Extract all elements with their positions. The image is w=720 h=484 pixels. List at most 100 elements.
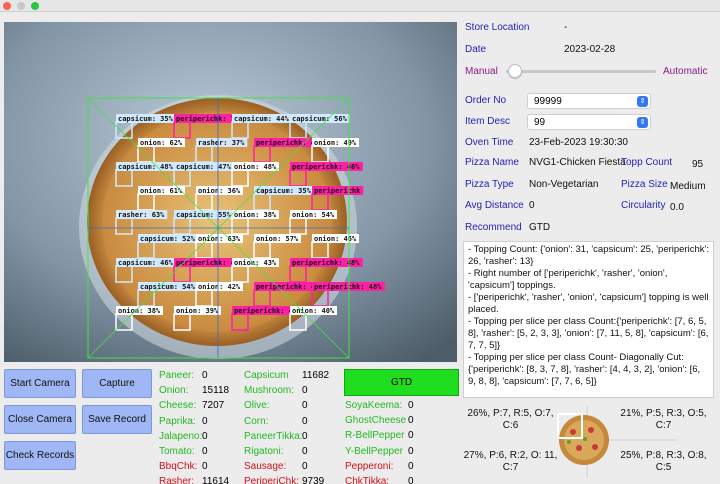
detection-label: capsicum: 35%	[118, 115, 174, 123]
detection-label: onion: 62%	[140, 139, 183, 147]
detection-label: capsicum: 44%	[234, 115, 290, 123]
topping-count-value: 0	[408, 415, 414, 427]
item-desc-select[interactable]: 99 ⇕	[527, 114, 651, 130]
topping-count-label: PaneerTikka:	[244, 430, 303, 442]
order-no-value: 99999	[534, 95, 562, 107]
topping-count-value: 0	[302, 415, 308, 427]
camera-feed: capsicum: 35% periperichk: 70% capsicum: 4…	[4, 22, 457, 362]
topping-count-label: Paneer:	[159, 370, 195, 381]
mode-slider-track[interactable]	[506, 70, 656, 73]
detection-label: periperichk: 48%	[314, 283, 382, 291]
detection-label: capsicum: 52%	[140, 235, 196, 243]
detection-label: capsicum: 56%	[292, 115, 348, 123]
topping-count-label: Tomato:	[159, 446, 195, 457]
topping-count-value: 0	[408, 400, 414, 411]
detection-label: onion: 43%	[234, 259, 277, 267]
detection-label: periperichk: 46%	[292, 163, 360, 171]
chevron-updown-icon: ⇕	[637, 96, 648, 107]
store-location-value: -	[564, 22, 568, 33]
detection-label: onion: 36%	[198, 187, 241, 195]
topping-count-label: GhostCheese	[345, 415, 407, 427]
topping-count-value: 15118	[202, 385, 230, 397]
order-no-label: Order No	[465, 95, 507, 106]
topping-count-label: Onion:	[159, 385, 189, 397]
topping-count-label: SoyaKeema:	[345, 400, 403, 411]
topping-count-value: 0	[302, 400, 308, 412]
topping-count-label: Mushroom:	[244, 385, 295, 397]
slice-summary: 26%, P:7, R:5, O:7, C:6 21%, P:5, R:3, O…	[463, 402, 714, 482]
detection-label: capsicum: 48%	[118, 163, 174, 171]
topping-count-label: Jalapeno:	[159, 430, 203, 442]
topping-count-label: Olive:	[244, 400, 270, 412]
topping-count-label: Corn:	[244, 415, 269, 427]
topping-count-value: 0	[202, 461, 208, 473]
pizza-type-label: Pizza Type	[465, 179, 514, 190]
pizza-size-value: Medium	[670, 181, 706, 192]
topping-count-value: 0	[302, 385, 308, 397]
topping-count-value: 0	[302, 446, 308, 457]
topping-count-label: Sausage:	[244, 461, 287, 473]
topping-count-value: 0	[408, 430, 414, 442]
log-line: - ['periperichk', 'rasher', 'onion', 'ca…	[468, 292, 709, 315]
detection-label: onion: 61%	[140, 187, 183, 195]
avg-distance-value: 0	[529, 200, 535, 211]
detection-label: onion: 39%	[176, 307, 219, 315]
save-record-button[interactable]: Save Record	[82, 405, 152, 434]
mode-slider-knob[interactable]	[508, 64, 522, 78]
recommend-label: Recommend	[465, 222, 522, 233]
slice-diagram	[557, 406, 677, 478]
topping-count-label: Rigatoni:	[244, 446, 284, 457]
analysis-log[interactable]: - Topping Count: {'onion': 31, 'capsicum…	[463, 241, 714, 398]
date-label: Date	[465, 44, 487, 55]
zoom-window-icon[interactable]	[31, 2, 39, 10]
detection-label: onion: 57%	[256, 235, 299, 243]
capture-button[interactable]: Capture	[82, 369, 152, 398]
circularity-value: 0.0	[670, 202, 684, 213]
topping-count-value: 7207	[202, 400, 225, 412]
topping-count-value: 0	[202, 370, 208, 381]
log-line: - Right number of ['periperichk', 'rashe…	[468, 268, 668, 291]
log-line: - Topping per slice per class Count:{'pe…	[468, 316, 709, 351]
topp-count-value: 95	[692, 159, 704, 170]
minimize-window-icon[interactable]	[17, 2, 25, 10]
topping-count-value: 11682	[302, 370, 330, 381]
gtd-status-button[interactable]: GTD	[344, 369, 459, 396]
automatic-label: Automatic	[663, 66, 708, 77]
detection-label: rasher: 63%	[118, 211, 165, 219]
topping-count-value: 0	[202, 446, 208, 457]
detection-label: periperichk	[314, 187, 361, 195]
topping-count-value: 0	[302, 461, 308, 473]
topping-count-label: R-BellPepper	[345, 430, 405, 442]
detection-label: capsicum: 46%	[118, 259, 174, 267]
item-desc-value: 99	[534, 116, 546, 128]
topping-count-value: 0	[302, 430, 308, 442]
detection-label: capsicum: 54%	[140, 283, 196, 291]
topping-count-label: PeriperiChk:	[244, 476, 300, 484]
topping-count-label: Capsicum	[244, 370, 289, 381]
topping-count-value: 0	[408, 445, 414, 457]
order-no-select[interactable]: 99999 ⇕	[527, 93, 651, 109]
camera-image: capsicum: 35% periperichk: 70%capsicum: 4…	[4, 22, 457, 362]
detection-label: capsicum: 47%	[176, 163, 232, 171]
start-camera-button[interactable]: Start Camera	[4, 369, 76, 398]
detection-label: onion: 48%	[234, 163, 277, 171]
close-camera-button[interactable]: Close Camera	[4, 405, 76, 434]
window-titlebar	[0, 0, 720, 12]
close-window-icon[interactable]	[3, 2, 11, 10]
detection-label: onion: 38%	[118, 307, 161, 315]
topping-count-label: Paprika:	[159, 415, 196, 427]
detection-label: periperichk: 48%	[292, 259, 360, 267]
detection-label: onion: 38%	[234, 211, 277, 219]
check-records-button[interactable]: Check Records	[4, 441, 76, 470]
detection-label: rasher: 37%	[198, 139, 245, 147]
topping-count-value: 0	[408, 476, 414, 484]
topping-count-value: 0	[202, 415, 208, 427]
recommend-value: GTD	[529, 222, 551, 233]
detection-label: onion: 42%	[198, 283, 241, 291]
manual-label: Manual	[465, 66, 498, 77]
detection-label: capsicum: 55%	[176, 211, 232, 219]
log-line: - Topping Count: {'onion': 31, 'capsicum…	[468, 244, 709, 267]
log-line: - Topping per slice per class Count- Dia…	[468, 352, 701, 387]
topping-count-label: Cheese:	[159, 400, 197, 412]
topping-count-value: 9739	[302, 476, 325, 484]
